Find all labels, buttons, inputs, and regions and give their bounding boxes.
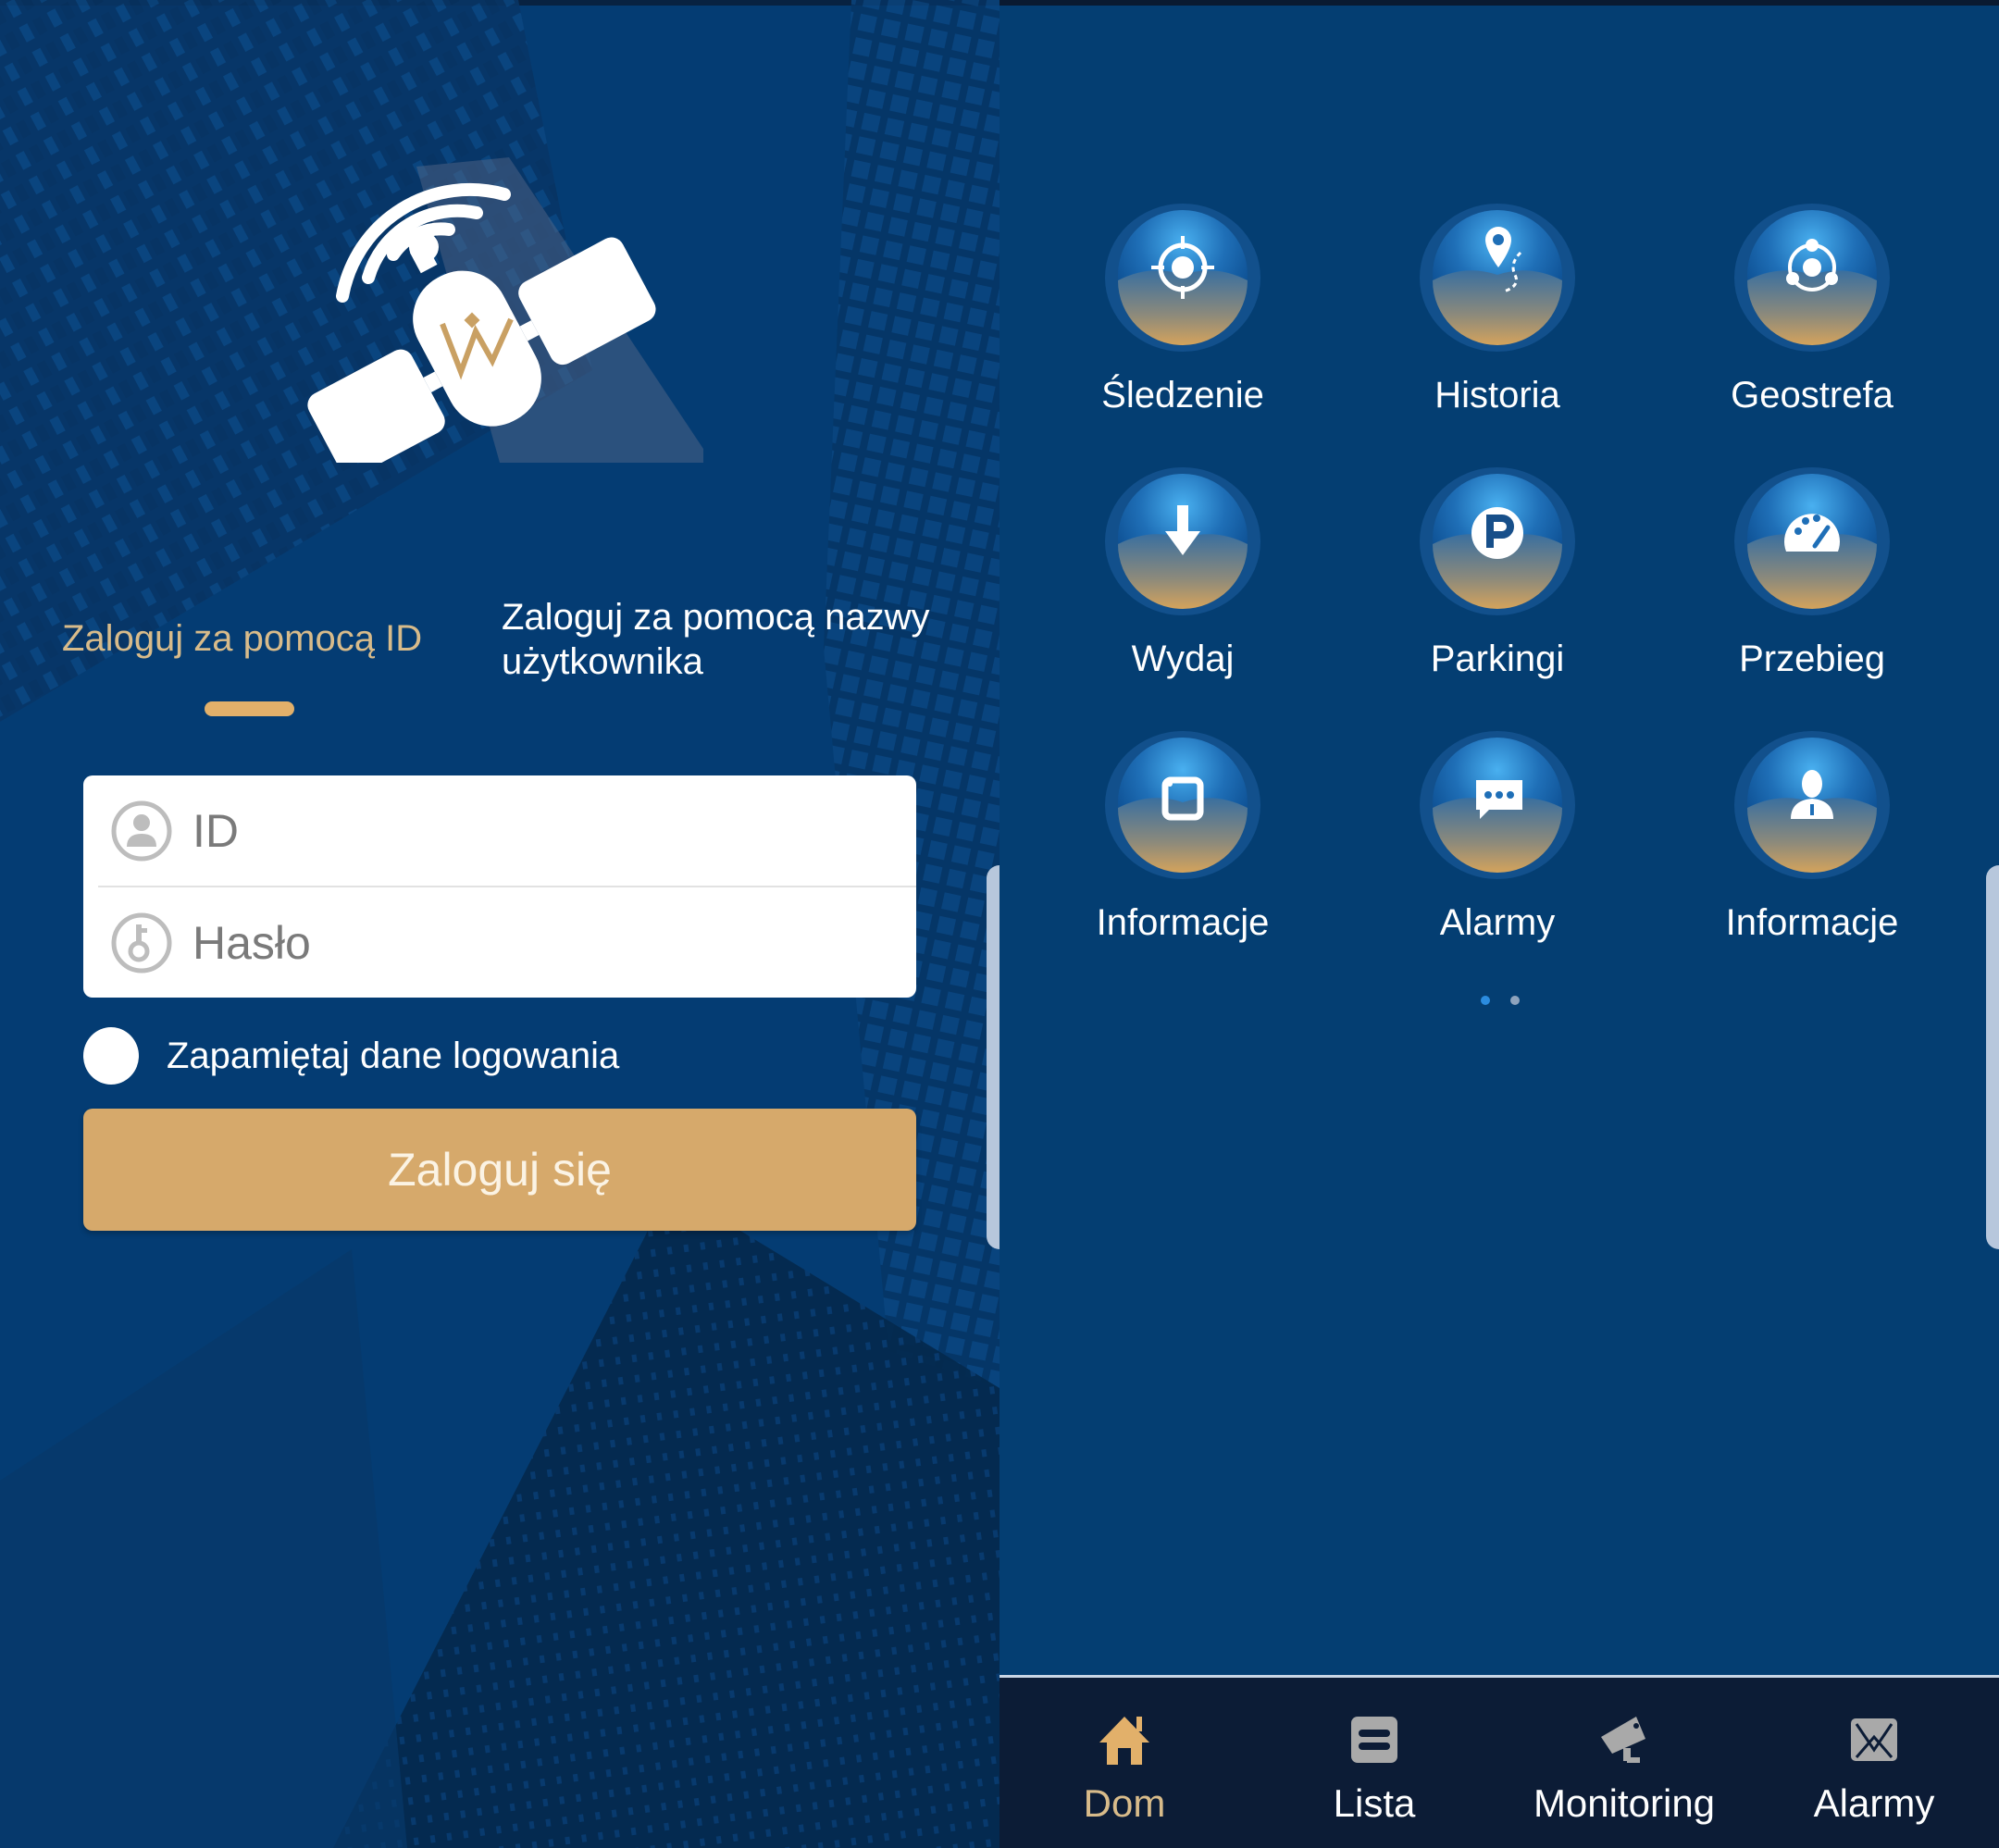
grid-item-parking[interactable]: Parkingi bbox=[1359, 463, 1636, 703]
nav-label: Lista bbox=[1333, 1781, 1416, 1825]
id-field-row bbox=[83, 775, 916, 886]
parking-icon bbox=[1420, 467, 1575, 615]
page-dot-active[interactable] bbox=[1481, 996, 1490, 1005]
page-dot[interactable] bbox=[1510, 996, 1520, 1005]
nav-label: Monitoring bbox=[1533, 1781, 1716, 1825]
edge-panel-handle[interactable] bbox=[987, 865, 1000, 1249]
arrow-down-icon bbox=[1105, 467, 1260, 615]
grid-item-geofence[interactable]: Geostrefa bbox=[1673, 199, 1951, 440]
list-icon bbox=[1351, 1717, 1397, 1763]
credentials-card bbox=[83, 775, 916, 998]
password-input[interactable] bbox=[192, 915, 896, 970]
edge-panel-handle[interactable] bbox=[1986, 865, 1999, 1249]
grid-item-alarms[interactable]: Alarmy bbox=[1359, 726, 1636, 967]
envelope-icon bbox=[1851, 1718, 1897, 1761]
grid-item-information[interactable]: Informacje bbox=[1044, 726, 1322, 967]
grid-label: Wydaj bbox=[1131, 639, 1235, 679]
nav-item-home[interactable]: Dom bbox=[1000, 1678, 1249, 1848]
remember-me-row: Zapamiętaj dane logowania bbox=[83, 1027, 619, 1085]
status-bar bbox=[1000, 0, 1999, 6]
grid-label: Parkingi bbox=[1430, 639, 1565, 679]
user-icon bbox=[111, 800, 172, 861]
grid-label: Śledzenie bbox=[1101, 375, 1264, 415]
password-field-row bbox=[83, 887, 916, 998]
nav-item-alarms[interactable]: Alarmy bbox=[1749, 1678, 1999, 1848]
home-screen: Śledzenie Historia Geostrefa Wydaj Parki… bbox=[1000, 0, 1999, 1848]
nav-item-list[interactable]: Lista bbox=[1249, 1678, 1499, 1848]
geofence-icon bbox=[1734, 204, 1890, 352]
grid-item-mileage[interactable]: Przebieg bbox=[1673, 463, 1951, 703]
bottom-navigation: Dom Lista Monitoring Alarmy bbox=[1000, 1678, 1999, 1848]
satellite-logo bbox=[307, 157, 703, 463]
person-icon bbox=[1734, 731, 1890, 879]
grid-label: Informacje bbox=[1096, 902, 1270, 943]
grid-label: Geostrefa bbox=[1731, 375, 1893, 415]
grid-item-information-2[interactable]: Informacje bbox=[1673, 726, 1951, 967]
chat-bubble-icon bbox=[1420, 731, 1575, 879]
grid-item-tracking[interactable]: Śledzenie bbox=[1044, 199, 1322, 440]
nav-item-monitoring[interactable]: Monitoring bbox=[1499, 1678, 1749, 1848]
grid-label: Historia bbox=[1434, 375, 1560, 415]
remember-me-checkbox[interactable] bbox=[83, 1027, 139, 1085]
key-icon bbox=[111, 912, 172, 973]
tab-login-by-username[interactable]: Zaloguj za pomocą nazwy użytkownika bbox=[502, 595, 964, 684]
active-tab-indicator bbox=[205, 701, 294, 716]
nav-label: Dom bbox=[1083, 1781, 1166, 1825]
home-icon bbox=[1099, 1717, 1149, 1765]
nav-label: Alarmy bbox=[1813, 1781, 1935, 1825]
grid-item-history[interactable]: Historia bbox=[1359, 199, 1636, 440]
login-button[interactable]: Zaloguj się bbox=[83, 1109, 916, 1231]
speedometer-icon bbox=[1734, 467, 1890, 615]
page-indicator bbox=[1481, 996, 1520, 1005]
login-screen: Zaloguj za pomocą ID Zaloguj za pomocą n… bbox=[0, 0, 1000, 1848]
id-input[interactable] bbox=[192, 803, 896, 858]
crosshair-icon bbox=[1105, 204, 1260, 352]
route-pin-icon bbox=[1420, 204, 1575, 352]
grid-label: Przebieg bbox=[1739, 639, 1885, 679]
cctv-camera-icon bbox=[1601, 1717, 1645, 1763]
window-icon bbox=[1105, 731, 1260, 879]
tab-login-by-id[interactable]: Zaloguj za pomocą ID bbox=[62, 616, 422, 661]
remember-me-label: Zapamiętaj dane logowania bbox=[167, 1035, 620, 1076]
grid-label: Alarmy bbox=[1439, 902, 1556, 943]
grid-item-issue[interactable]: Wydaj bbox=[1044, 463, 1322, 703]
grid-label: Informacje bbox=[1725, 902, 1899, 943]
